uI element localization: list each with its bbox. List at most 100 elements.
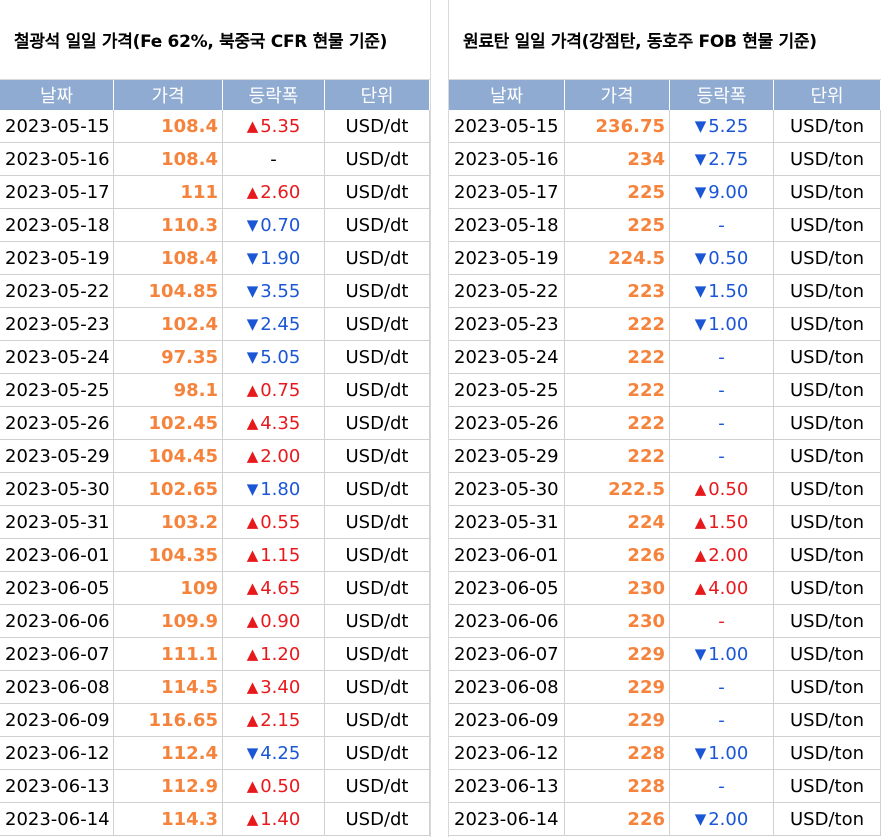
change-value: 0.70 (260, 214, 301, 236)
change-value: 4.65 (260, 577, 301, 599)
unit-cell: USD/ton (774, 737, 881, 769)
header-unit: 단위 (774, 80, 881, 110)
unit-cell: USD/ton (774, 638, 881, 670)
date-cell: 2023-05-29 (449, 440, 565, 472)
table-row: 2023-05-15 108.4 ▲ 5.35 USD/dt (0, 110, 430, 143)
change-value: 1.40 (260, 808, 301, 830)
unit-cell: USD/dt (325, 803, 430, 835)
down-triangle-icon: ▼ (246, 249, 259, 267)
unit-cell: USD/dt (325, 737, 430, 769)
date-cell: 2023-06-06 (0, 605, 114, 637)
change-value: 9.00 (708, 181, 749, 203)
price-cell: 222 (565, 407, 670, 439)
unit-cell: USD/ton (774, 671, 881, 703)
table-row: 2023-05-22 104.85 ▼ 3.55 USD/dt (0, 275, 430, 308)
date-cell: 2023-05-22 (449, 275, 565, 307)
table-row: 2023-06-01 104.35 ▲ 1.15 USD/dt (0, 539, 430, 572)
table-row: 2023-06-08 229 - USD/ton (449, 671, 881, 704)
unit-cell: USD/dt (325, 176, 430, 208)
unit-cell: USD/ton (774, 803, 881, 835)
change-value: 0.75 (260, 379, 301, 401)
table-row: 2023-05-15 236.75 ▼ 5.25 USD/ton (449, 110, 881, 143)
change-cell: ▼ 0.50 (670, 242, 774, 274)
date-cell: 2023-06-09 (449, 704, 565, 736)
up-triangle-icon: ▲ (694, 546, 707, 564)
change-cell: ▲ 4.35 (223, 407, 325, 439)
price-cell: 111 (114, 176, 223, 208)
table-row: 2023-06-09 116.65 ▲ 2.15 USD/dt (0, 704, 430, 737)
table-row: 2023-05-23 102.4 ▼ 2.45 USD/dt (0, 308, 430, 341)
unit-cell: USD/dt (325, 770, 430, 802)
change-cell: ▼ 1.80 (223, 473, 325, 505)
header-unit: 단위 (325, 80, 430, 110)
change-value: 2.00 (708, 808, 749, 830)
change-value: 5.05 (260, 346, 301, 368)
date-cell: 2023-06-06 (449, 605, 565, 637)
change-value: 4.00 (708, 577, 749, 599)
change-cell: ▼ 2.75 (670, 143, 774, 175)
up-triangle-icon: ▲ (246, 546, 259, 564)
table-row: 2023-06-13 228 - USD/ton (449, 770, 881, 803)
change-cell: ▲ 1.15 (223, 539, 325, 571)
table-row: 2023-05-19 108.4 ▼ 1.90 USD/dt (0, 242, 430, 275)
change-cell: - (670, 209, 774, 241)
date-cell: 2023-05-26 (449, 407, 565, 439)
date-cell: 2023-05-17 (0, 176, 114, 208)
date-cell: 2023-05-24 (0, 341, 114, 373)
table-row: 2023-05-25 222 - USD/ton (449, 374, 881, 407)
unit-cell: USD/ton (774, 539, 881, 571)
change-cell: ▼ 2.00 (670, 803, 774, 835)
price-cell: 226 (565, 803, 670, 835)
table-row: 2023-05-31 224 ▲ 1.50 USD/ton (449, 506, 881, 539)
down-triangle-icon: ▼ (694, 282, 707, 300)
up-triangle-icon: ▲ (694, 480, 707, 498)
panel-divider (430, 0, 449, 837)
table-row: 2023-05-26 102.45 ▲ 4.35 USD/dt (0, 407, 430, 440)
table-row: 2023-05-17 111 ▲ 2.60 USD/dt (0, 176, 430, 209)
down-triangle-icon: ▼ (694, 315, 707, 333)
unit-cell: USD/ton (774, 407, 881, 439)
coking-coal-table-body: 2023-05-15 236.75 ▼ 5.25 USD/ton 2023-05-16 23… (449, 110, 881, 836)
down-triangle-icon: ▼ (246, 480, 259, 498)
change-cell: ▼ 1.00 (670, 737, 774, 769)
header-price: 가격 (565, 80, 670, 110)
unit-cell: USD/ton (774, 275, 881, 307)
coking-coal-price-panel: 원료탄 일일 가격(강점탄, 동호주 FOB 현물 기준) 날짜 가격 등락폭 … (449, 0, 881, 836)
date-cell: 2023-05-23 (449, 308, 565, 340)
change-cell: ▲ 2.00 (670, 539, 774, 571)
change-value: 2.75 (708, 148, 749, 170)
table-row: 2023-06-08 114.5 ▲ 3.40 USD/dt (0, 671, 430, 704)
price-cell: 222.5 (565, 473, 670, 505)
table-row: 2023-05-31 103.2 ▲ 0.55 USD/dt (0, 506, 430, 539)
down-triangle-icon: ▼ (246, 216, 259, 234)
price-cell: 222 (565, 308, 670, 340)
change-value: 3.40 (260, 676, 301, 698)
change-cell: ▲ 0.75 (223, 374, 325, 406)
change-value: - (718, 214, 725, 236)
unit-cell: USD/dt (325, 506, 430, 538)
price-cell: 228 (565, 770, 670, 802)
change-cell: ▼ 0.70 (223, 209, 325, 241)
price-cell: 223 (565, 275, 670, 307)
price-cell: 112.4 (114, 737, 223, 769)
change-cell: ▲ 5.35 (223, 110, 325, 142)
table-row: 2023-06-14 226 ▼ 2.00 USD/ton (449, 803, 881, 836)
header-price: 가격 (114, 80, 223, 110)
date-cell: 2023-06-14 (0, 803, 114, 835)
change-cell: ▲ 2.60 (223, 176, 325, 208)
up-triangle-icon: ▲ (246, 381, 259, 399)
table-row: 2023-06-05 109 ▲ 4.65 USD/dt (0, 572, 430, 605)
date-cell: 2023-06-01 (0, 539, 114, 571)
date-cell: 2023-06-08 (449, 671, 565, 703)
change-cell: ▼ 1.00 (670, 638, 774, 670)
date-cell: 2023-06-01 (449, 539, 565, 571)
down-triangle-icon: ▼ (246, 282, 259, 300)
change-value: 1.20 (260, 643, 301, 665)
date-cell: 2023-05-29 (0, 440, 114, 472)
change-value: 1.00 (708, 742, 749, 764)
unit-cell: USD/dt (325, 440, 430, 472)
change-cell: ▲ 4.00 (670, 572, 774, 604)
price-cell: 224 (565, 506, 670, 538)
unit-cell: USD/dt (325, 671, 430, 703)
change-value: - (718, 610, 725, 632)
